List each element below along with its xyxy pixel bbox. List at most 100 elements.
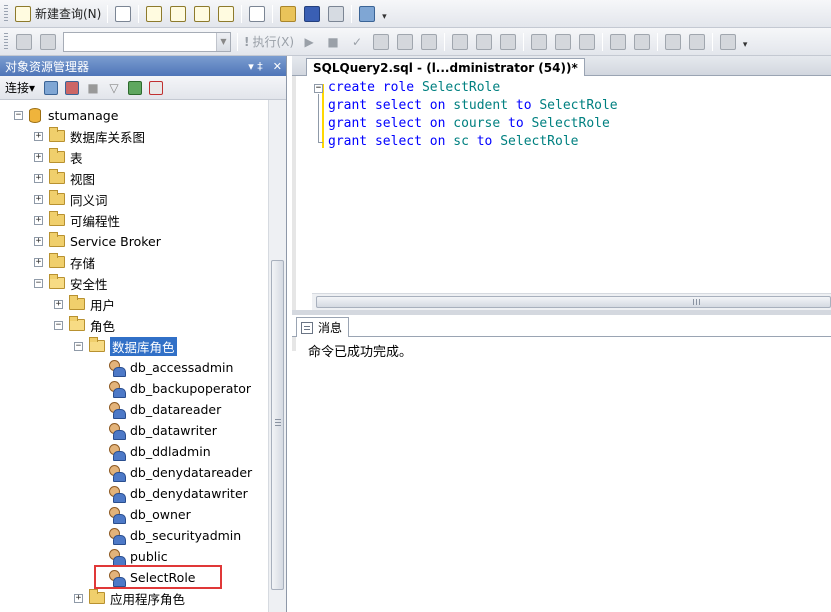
tree-node-users[interactable]: + 用户 [54,294,115,314]
tree-node-roles[interactable]: − 角色 [54,315,115,335]
connect-button[interactable] [13,31,35,53]
dmx-query-button[interactable] [191,3,213,25]
stop-icon[interactable]: ■ [84,79,102,97]
new-query-icon [15,5,31,22]
template-params-icon [720,33,737,50]
client-stats-button[interactable] [497,31,519,53]
tree-node-diagrams[interactable]: + 数据库关系图 [34,126,145,146]
mdx-query-button[interactable] [167,3,189,25]
connect-icon[interactable] [42,79,60,97]
increase-indent-button[interactable] [686,31,708,53]
tab-messages[interactable]: 消息 [296,317,350,337]
sqlce-query-button[interactable] [246,3,268,25]
tree-node-role[interactable]: db_securityadmin [108,525,241,545]
expand-icon[interactable]: + [74,593,83,603]
object-explorer-scrollbar[interactable] [268,100,286,612]
identifier: student [453,98,509,113]
filter-icon[interactable]: ▽ [105,79,123,97]
comment-button[interactable] [607,31,629,53]
expand-icon[interactable]: + [34,131,43,141]
tree-node-role[interactable]: public [108,546,168,566]
tree-node-selectrole-highlighted[interactable]: SelectRole [94,565,222,589]
specify-values-button[interactable] [717,31,739,53]
scrollbar-thumb[interactable] [271,260,284,590]
activity-monitor-button[interactable] [356,3,378,25]
tree-node-database-roles[interactable]: − 数据库角色 [74,336,177,356]
tree-node-role[interactable]: db_denydatawriter [108,483,248,503]
tree-node-programmability[interactable]: + 可编程性 [34,210,120,230]
expand-icon[interactable]: + [34,215,43,225]
change-connection-button[interactable] [37,31,59,53]
activity-icon[interactable] [147,79,165,97]
results-text-button[interactable] [528,31,550,53]
server-icon [44,80,59,95]
outdent-icon [665,33,682,50]
tree-node-synonyms[interactable]: + 同义词 [34,189,108,209]
expand-icon[interactable]: + [34,152,43,162]
save-button[interactable] [301,3,323,25]
checkmark-icon: ✓ [352,34,363,49]
new-query-button[interactable]: 新建查询(N) [13,3,103,25]
tree-node-security[interactable]: − 安全性 [34,273,108,293]
uncomment-button[interactable] [631,31,653,53]
decrease-indent-button[interactable] [662,31,684,53]
print-button[interactable] [325,3,347,25]
intellisense-button[interactable] [449,31,471,53]
new-file-button[interactable] [112,3,134,25]
expand-icon[interactable]: + [34,257,43,267]
collapse-icon[interactable]: − [74,341,83,351]
query-options-button[interactable] [418,31,440,53]
analysis-query-button[interactable] [143,3,165,25]
scrollbar-thumb[interactable] [316,296,831,308]
folder-icon [49,148,65,163]
tree-node-application-roles[interactable]: + 应用程序角色 [74,588,185,608]
toolbar-grip[interactable] [4,4,8,23]
collapse-icon[interactable]: − [34,278,43,288]
refresh-icon[interactable] [126,79,144,97]
expand-icon[interactable]: + [34,173,43,183]
keyword: role [382,80,415,95]
actual-plan-button[interactable] [473,31,495,53]
tree-node-role[interactable]: db_denydatareader [108,462,252,482]
expand-icon[interactable]: + [54,299,63,309]
collapse-icon[interactable]: − [54,320,63,330]
toolbar-grip[interactable] [4,32,8,51]
display-plan-button[interactable] [370,31,392,53]
tree-node-role[interactable]: db_backupoperator [108,378,251,398]
editor-horizontal-scrollbar[interactable] [312,293,831,310]
tree-node-tables[interactable]: + 表 [34,147,83,167]
tree-label-selected: 数据库角色 [110,336,177,356]
xmla-query-button[interactable] [215,3,237,25]
tree-node-service-broker[interactable]: + Service Broker [34,231,161,251]
open-file-button[interactable] [277,3,299,25]
toolbar-overflow-chevron[interactable]: ▾ [379,3,389,25]
tree-node-database[interactable]: − stumanage [14,105,118,125]
execute-button[interactable]: ! 执行(X) [242,31,296,53]
tree-label: db_datareader [130,401,222,417]
database-select[interactable]: ▼ [63,31,231,52]
debug-button[interactable]: ▶ [298,31,320,53]
parse-button[interactable]: ✓ [346,31,368,53]
results-file-button[interactable] [576,31,598,53]
tree-node-role[interactable]: db_datawriter [108,420,217,440]
tree-node-role[interactable]: db_ddladmin [108,441,211,461]
close-icon[interactable]: ✕ [273,60,282,73]
connect-dropdown[interactable]: 连接▾ [5,79,35,96]
tree-node-views[interactable]: + 视图 [34,168,95,188]
tree-node-role[interactable]: db_accessadmin [108,357,233,377]
results-grid-button[interactable] [552,31,574,53]
tree-node-role[interactable]: db_owner [108,504,191,524]
pin-icon[interactable]: ▾ ‡ [248,60,263,73]
expand-icon[interactable]: + [34,194,43,204]
expand-icon[interactable]: + [34,236,43,246]
tab-sqlquery2[interactable]: SQLQuery2.sql - (l...dministrator (54))* [306,58,585,76]
tree-node-storage[interactable]: + 存储 [34,252,95,272]
collapse-icon[interactable]: − [314,84,323,93]
query-designer-button[interactable] [394,31,416,53]
toolbar-overflow-chevron[interactable]: ▾ [740,31,750,53]
cancel-query-button[interactable]: ■ [322,31,344,53]
disconnect-icon[interactable] [63,79,81,97]
tree-node-role[interactable]: db_datareader [108,399,221,419]
collapse-icon[interactable]: − [14,110,23,120]
outline-line [318,94,319,142]
